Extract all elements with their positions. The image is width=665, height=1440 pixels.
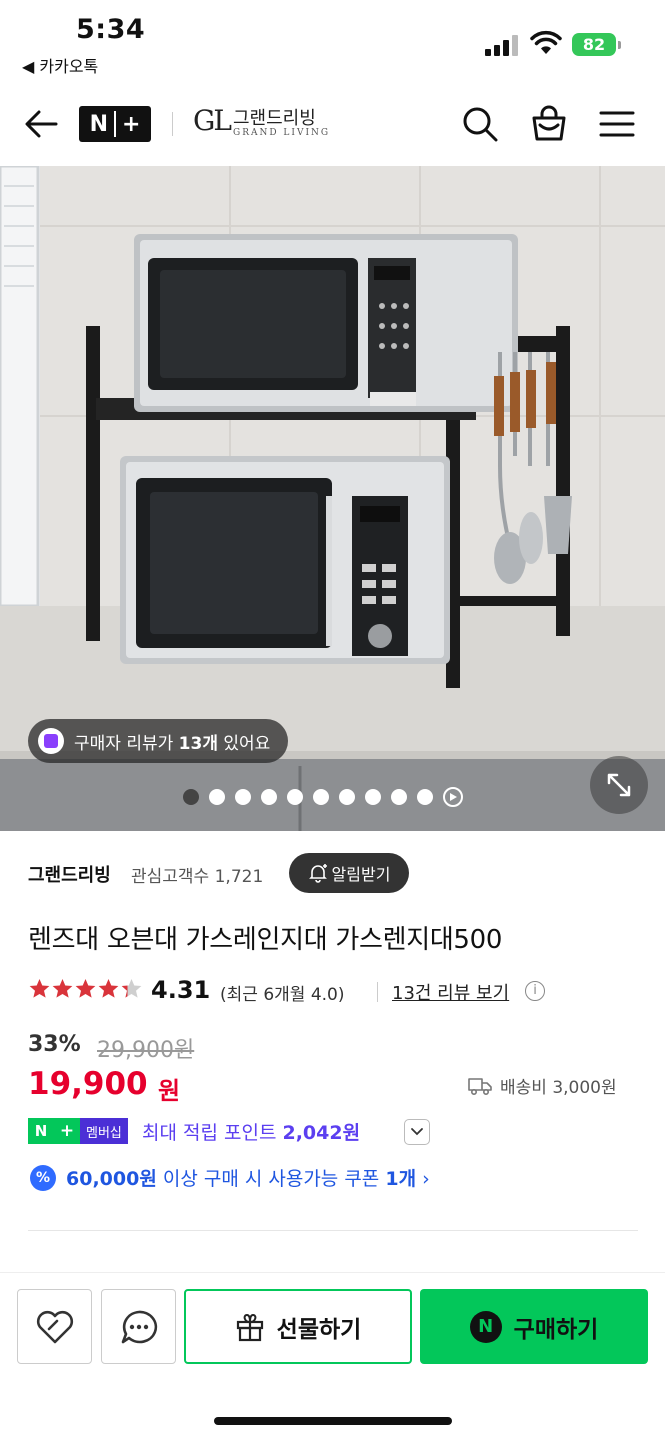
point-expand-button[interactable] xyxy=(404,1119,430,1145)
status-bar: 5:34 ◀ 카카오톡 82 xyxy=(0,0,665,88)
buyer-review-pill[interactable]: 구매자 리뷰가 13개 있어요 xyxy=(28,719,289,763)
gift-icon xyxy=(236,1313,263,1341)
gallery-dot[interactable] xyxy=(235,789,251,805)
star-icon xyxy=(121,978,142,998)
gallery-dot[interactable] xyxy=(261,789,277,805)
review-bag-icon xyxy=(38,728,64,754)
gallery-dot[interactable] xyxy=(209,789,225,805)
gallery-dot[interactable] xyxy=(287,789,303,805)
menu-icon xyxy=(599,111,635,137)
coupon-link[interactable]: % 60,000원 이상 구매 시 사용가능 쿠폰 1개 › xyxy=(30,1164,430,1191)
star-icon xyxy=(75,978,96,998)
shipping-fee: 배송비 3,000원 xyxy=(468,1073,617,1098)
expand-image-button[interactable] xyxy=(590,756,648,814)
coupon-text: 60,000원 이상 구매 시 사용가능 쿠폰 1개 › xyxy=(66,1168,430,1190)
chevron-down-icon xyxy=(411,1128,423,1136)
membership-plus: + xyxy=(54,1118,80,1144)
battery-indicator: 82 xyxy=(572,33,616,56)
rating-divider xyxy=(377,982,378,1002)
search-icon xyxy=(463,107,498,142)
follower-count: 관심고객수 1,721 xyxy=(131,867,264,887)
rating-stars xyxy=(28,977,143,1001)
rating-score: 4.31 xyxy=(151,976,211,1004)
gallery-pagination xyxy=(183,787,463,807)
shipping-fee-text: 배송비 3,000원 xyxy=(500,1078,617,1098)
expand-icon xyxy=(607,773,631,797)
header-divider xyxy=(172,112,173,136)
view-reviews-link[interactable]: 13건 리뷰 보기 xyxy=(392,979,509,1005)
buy-button-label: 구매하기 xyxy=(513,1316,599,1343)
membership-n: N xyxy=(28,1118,54,1144)
naver-pay-icon: N xyxy=(469,1310,502,1343)
wifi-icon xyxy=(530,30,562,54)
battery-tip xyxy=(618,41,621,49)
coupon-icon: % xyxy=(30,1164,56,1191)
store-name[interactable]: 그랜드리빙 xyxy=(28,861,111,887)
naver-plus-store-badge[interactable]: N + xyxy=(79,106,151,142)
play-video-icon[interactable] xyxy=(443,787,463,807)
gallery-dot[interactable] xyxy=(391,789,407,805)
membership-badge: N + 멤버십 xyxy=(28,1118,128,1144)
buy-button[interactable]: N 구매하기 xyxy=(420,1289,648,1364)
gift-button[interactable]: 선물하기 xyxy=(184,1289,412,1364)
badge-plus: + xyxy=(121,111,141,137)
favorite-button[interactable] xyxy=(17,1289,92,1364)
section-divider xyxy=(28,1230,638,1231)
gallery-dot[interactable] xyxy=(339,789,355,805)
shopping-bag-icon xyxy=(532,105,566,141)
original-price: 29,900원 xyxy=(97,1038,195,1063)
search-button[interactable] xyxy=(460,104,500,144)
alarm-button-label: 알림받기 xyxy=(331,865,391,884)
membership-label: 멤버십 xyxy=(80,1118,128,1144)
back-to-app-link[interactable]: ◀ 카카오톡 xyxy=(22,53,98,77)
gallery-dot[interactable] xyxy=(365,789,381,805)
cart-button[interactable] xyxy=(528,102,570,144)
max-point-text: 최대 적립 포인트 2,042원 xyxy=(142,1122,361,1144)
product-title: 렌즈대 오븐대 가스레인지대 가스렌지대500 xyxy=(28,925,503,955)
status-time: 5:34 xyxy=(76,14,146,45)
cellular-signal-icon xyxy=(485,34,519,56)
sale-price-unit: 원 xyxy=(158,1077,181,1105)
chat-icon xyxy=(121,1310,157,1343)
heart-icon xyxy=(36,1310,73,1343)
gallery-dot[interactable] xyxy=(417,789,433,805)
star-icon xyxy=(29,978,50,998)
back-arrow-icon xyxy=(25,110,58,138)
gallery-dot[interactable] xyxy=(313,789,329,805)
badge-n: N xyxy=(89,111,108,137)
talk-button[interactable] xyxy=(101,1289,176,1364)
sale-price: 19,900 xyxy=(28,1066,148,1102)
brand-logo-mark[interactable]: GL xyxy=(193,104,232,137)
brand-name[interactable]: 그랜드리빙 xyxy=(233,104,316,130)
info-icon[interactable]: i xyxy=(525,981,545,1001)
star-icon xyxy=(98,978,119,998)
discount-rate: 33% xyxy=(28,1032,81,1057)
badge-separator xyxy=(113,111,116,137)
review-pill-text: 구매자 리뷰가 13개 있어요 xyxy=(74,733,271,754)
gift-button-label: 선물하기 xyxy=(276,1316,362,1343)
gallery-dot[interactable] xyxy=(183,789,199,805)
menu-button[interactable] xyxy=(598,106,636,142)
bell-plus-icon xyxy=(308,864,327,883)
rating-recent: (최근 6개월 4.0) xyxy=(220,985,345,1005)
back-button[interactable] xyxy=(22,106,60,142)
brand-name-english: GRAND LIVING xyxy=(233,128,331,138)
home-indicator xyxy=(214,1417,452,1425)
alarm-subscribe-button[interactable]: 알림받기 xyxy=(289,853,409,893)
star-icon xyxy=(52,978,73,998)
truck-icon xyxy=(468,1077,492,1095)
